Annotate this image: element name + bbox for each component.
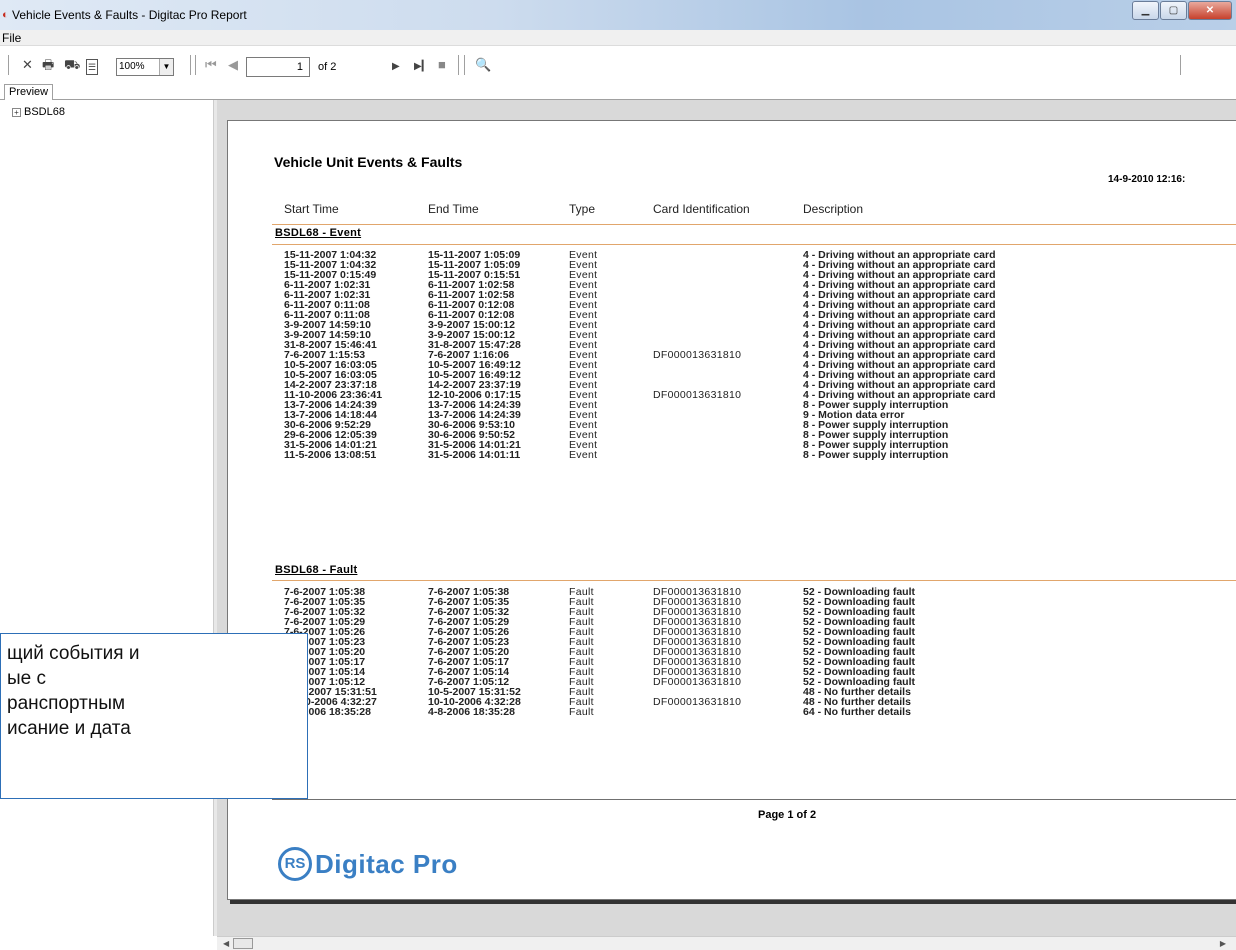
zoom-value: 100% <box>119 61 145 72</box>
toolbar: ✕ 🖶 ⛟ ☰ 100% ▼ ⏮ ◀ 1 of 2 ▶ ▶▎ ■ 🔍 <box>0 48 1236 82</box>
page-count: of 2 <box>318 61 337 73</box>
window-title: Vehicle Events & Faults - Digitac Pro Re… <box>12 8 247 22</box>
header-end-time: End Time <box>428 202 479 216</box>
report-viewer: Vehicle Unit Events & Faults 14-9-2010 1… <box>217 100 1236 936</box>
toolbar-separator <box>195 55 196 75</box>
cell-card-id: DF000013631810 <box>653 676 742 688</box>
print-icon[interactable]: 🖶 <box>42 58 54 72</box>
maximize-button[interactable]: ▢ <box>1160 1 1187 20</box>
horizontal-scrollbar[interactable]: ◀ ▶ <box>217 936 1236 950</box>
callout-line: ые с <box>7 668 47 689</box>
menu-bar: File <box>0 30 1236 46</box>
digitac-logo: RS Digitac Pro <box>278 846 458 882</box>
last-page-icon[interactable]: ▶▎ <box>414 60 429 74</box>
cell-card-id: DF000013631810 <box>653 696 742 708</box>
tree-node-bsdl68[interactable]: BSDL68 <box>24 106 65 118</box>
footer-divider <box>272 799 1236 800</box>
section-divider <box>272 580 1236 581</box>
callout-line: щий события и <box>7 643 140 664</box>
cell-start-time: 11-5-2006 13:08:51 <box>284 449 377 461</box>
app-icon: ◐ <box>2 9 9 21</box>
toolbar-separator <box>464 55 465 75</box>
minimize-button[interactable]: ▁ <box>1132 1 1159 20</box>
page-number-input[interactable]: 1 <box>246 57 310 77</box>
logo-text: Digitac Pro <box>315 848 458 879</box>
header-card-identification: Card Identification <box>653 202 750 216</box>
report-page: Vehicle Unit Events & Faults 14-9-2010 1… <box>227 120 1236 900</box>
toggle-tree-icon[interactable]: ☰ <box>86 59 99 75</box>
cell-description: 8 - Power supply interruption <box>803 449 949 461</box>
header-description: Description <box>803 202 864 216</box>
logo-mark-icon: RS <box>278 847 312 881</box>
expand-icon[interactable]: + <box>12 108 21 117</box>
callout-line: ранспортным <box>7 693 126 714</box>
chevron-down-icon: ▼ <box>159 59 173 75</box>
scroll-right-icon[interactable]: ▶ <box>1220 939 1226 948</box>
window-controls: ▁ ▢ ✕ <box>1131 1 1232 20</box>
page-footer: Page 1 of 2 <box>758 809 817 821</box>
previous-page-icon[interactable]: ◀ <box>228 58 238 72</box>
cell-type: Fault <box>569 706 594 718</box>
binoculars-icon[interactable]: 🔍 <box>475 58 491 72</box>
scrollbar-thumb[interactable] <box>233 938 253 949</box>
first-page-icon[interactable]: ⏮ <box>205 58 217 72</box>
toolbar-separator <box>458 55 459 75</box>
close-report-icon[interactable]: ✕ <box>22 58 33 72</box>
tab-strip: Preview <box>0 82 1236 101</box>
report-title: Vehicle Unit Events & Faults <box>274 154 463 170</box>
report-date: 14-9-2010 12:16: <box>1108 174 1186 185</box>
section-title-events: BSDL68 - Event <box>275 227 362 239</box>
scroll-left-icon[interactable]: ◀ <box>223 939 229 948</box>
group-tree: + BSDL68 <box>0 100 213 936</box>
cell-end-time: 31-5-2006 14:01:11 <box>428 449 521 461</box>
section-title-faults: BSDL68 - Fault <box>275 564 358 576</box>
toolbar-separator <box>8 55 9 75</box>
cell-card-id: DF000013631810 <box>653 349 742 361</box>
cell-end-time: 4-8-2006 18:35:28 <box>428 706 515 718</box>
header-start-time: Start Time <box>284 202 339 216</box>
menu-file[interactable]: File <box>2 31 21 45</box>
cell-description: 64 - No further details <box>803 706 911 718</box>
cell-type: Event <box>569 449 598 461</box>
header-type: Type <box>569 202 596 216</box>
stop-icon[interactable]: ■ <box>438 58 446 72</box>
header-divider <box>272 224 1236 225</box>
cell-card-id: DF000013631810 <box>653 389 742 401</box>
section-divider <box>272 244 1236 245</box>
toolbar-separator <box>190 55 191 75</box>
callout-box: щий события и ые с ранспортным исание и … <box>0 633 308 799</box>
callout-line: исание и дата <box>7 718 131 739</box>
zoom-select[interactable]: 100% ▼ <box>116 58 174 76</box>
toolbar-separator <box>1180 55 1181 75</box>
next-page-icon[interactable]: ▶ <box>392 60 400 74</box>
tab-preview[interactable]: Preview <box>4 84 54 101</box>
close-button[interactable]: ✕ <box>1188 1 1232 20</box>
title-bar: ◐ Vehicle Events & Faults - Digitac Pro … <box>0 0 1236 30</box>
export-icon[interactable]: ⛟ <box>64 58 80 72</box>
